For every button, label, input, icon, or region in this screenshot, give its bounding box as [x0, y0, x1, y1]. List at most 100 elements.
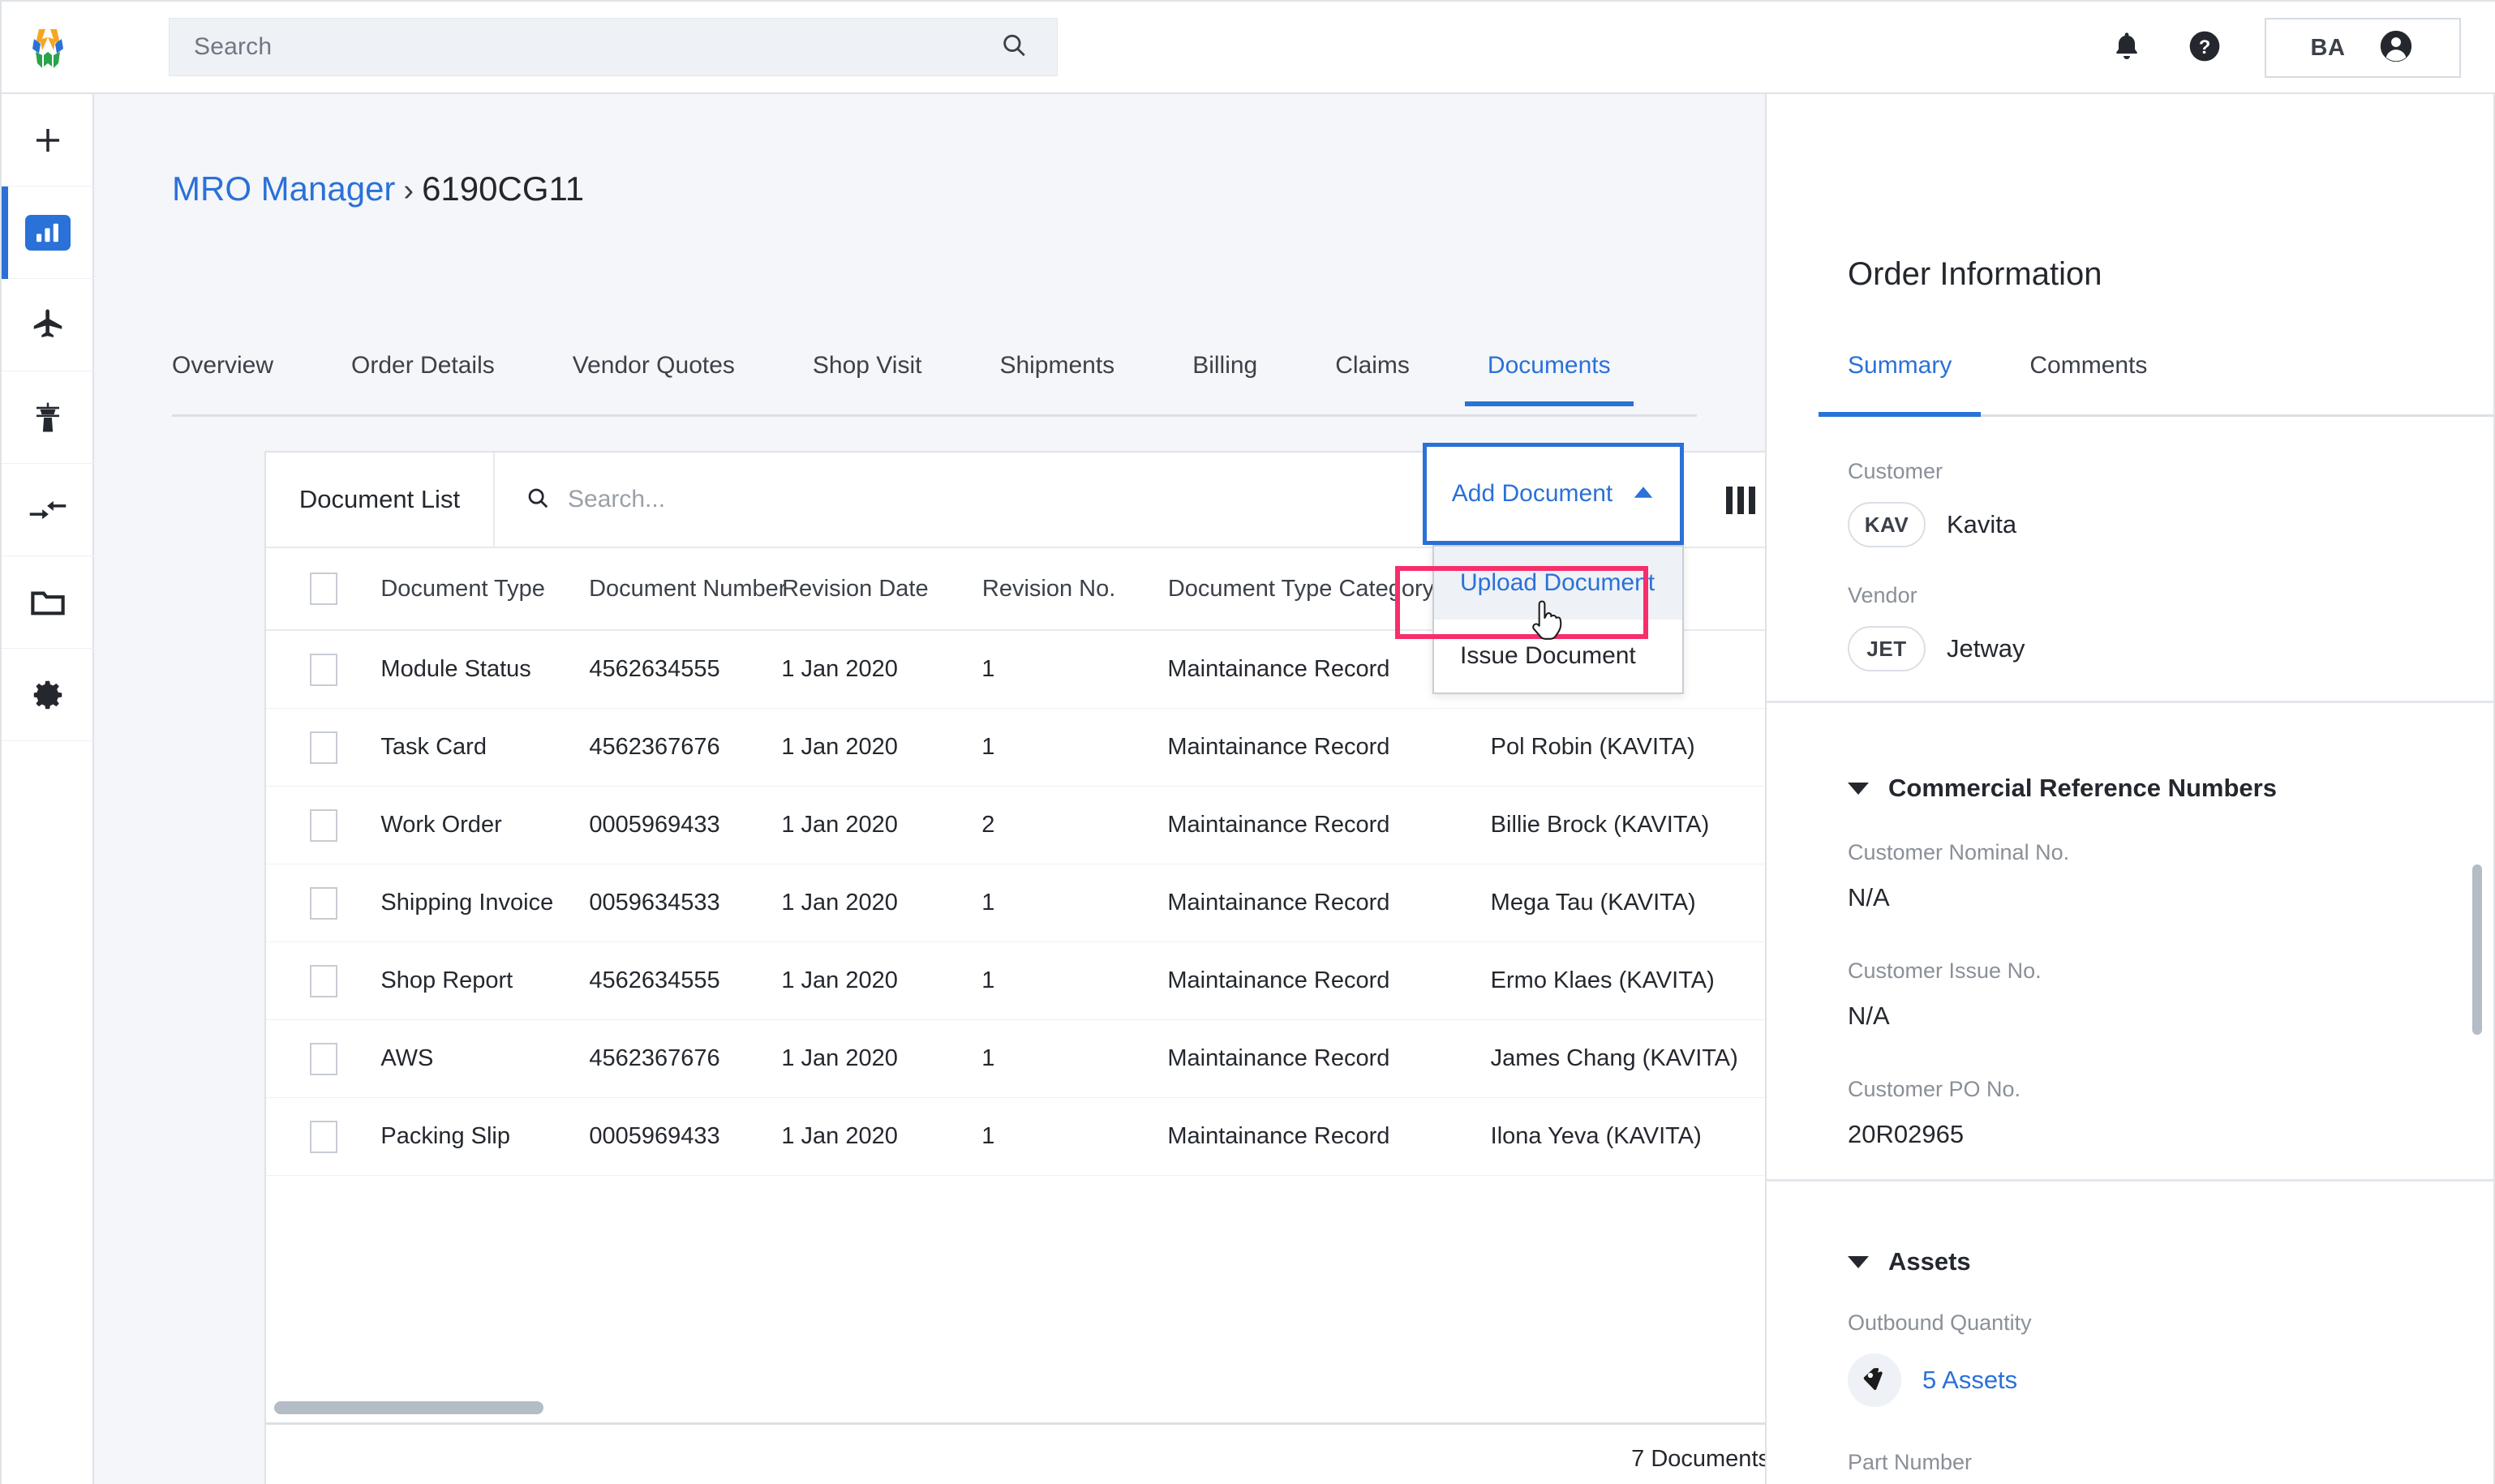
top-bar: Search ? BA: [2, 2, 2495, 94]
sidebar-item-settings[interactable]: [2, 649, 94, 741]
airplane-icon: [25, 307, 71, 343]
row-checkbox[interactable]: [266, 808, 380, 842]
document-count: 7 Documents: [1631, 1446, 1770, 1472]
bar-chart-icon: [25, 214, 71, 251]
select-all-checkbox[interactable]: [266, 573, 380, 605]
vendor-name: Jetway: [1947, 634, 2025, 663]
left-navigation-rail: [2, 94, 94, 1484]
cell-document-category: Maintainance Record: [1167, 1123, 1390, 1149]
table-row[interactable]: Shipping Invoice 0059634533 1 Jan 2020 1…: [266, 864, 1814, 942]
cell-document-category: Maintainance Record: [1167, 734, 1390, 760]
cell-document-type: AWS: [380, 1045, 434, 1071]
cell-document-category: Maintainance Record: [1167, 967, 1390, 993]
pointer-hand-cursor: [1528, 600, 1565, 650]
commercial-reference-section-header[interactable]: Commercial Reference Numbers: [1848, 774, 2464, 803]
user-menu-button[interactable]: BA: [2265, 18, 2461, 78]
sidebar-item-transfers[interactable]: [2, 464, 94, 556]
tab-claims[interactable]: Claims: [1335, 345, 1410, 404]
cell-document-category: Maintainance Record: [1167, 1045, 1390, 1071]
panel-divider: [1767, 1179, 2493, 1182]
cell-revision-date: 1 Jan 2020: [781, 1123, 898, 1149]
folder-icon: [25, 585, 71, 620]
tab-overview[interactable]: Overview: [172, 345, 273, 404]
column-header-document-number[interactable]: Document Number: [589, 576, 786, 603]
table-footer: 7 Documents: [266, 1422, 1814, 1484]
add-document-button[interactable]: Add Document: [1423, 443, 1684, 545]
help-button[interactable]: ?: [2166, 2, 2244, 94]
customer-field: Customer KAV Kavita: [1848, 459, 2464, 547]
assets-count-link[interactable]: 5 Assets: [1922, 1366, 2017, 1395]
user-initials: BA: [2310, 34, 2346, 61]
cell-document-category: Maintainance Record: [1167, 812, 1390, 838]
sidebar-item-operations[interactable]: [2, 371, 94, 464]
tab-shipments[interactable]: Shipments: [999, 345, 1114, 404]
tab-vendor-quotes[interactable]: Vendor Quotes: [573, 345, 735, 404]
part-number-field: Part Number 2A9721: [1848, 1450, 2464, 1484]
cell-revision-no: 1: [981, 1045, 995, 1071]
customer-po-no-value: 20R02965: [1848, 1120, 1965, 1148]
notifications-button[interactable]: [2088, 2, 2166, 94]
table-row[interactable]: Shop Report 4562634555 1 Jan 2020 1 Main…: [266, 942, 1814, 1020]
row-checkbox[interactable]: [266, 964, 380, 997]
row-checkbox[interactable]: [266, 1120, 380, 1153]
sidebar-item-files[interactable]: [2, 556, 94, 649]
plus-icon: [25, 122, 71, 158]
horizontal-scrollbar[interactable]: [268, 1398, 1812, 1419]
table-row[interactable]: Packing Slip 0005969433 1 Jan 2020 1 Mai…: [266, 1098, 1814, 1176]
panel-vertical-scrollbar-thumb[interactable]: [2472, 864, 2482, 1035]
sidebar-item-add[interactable]: [2, 94, 94, 187]
caret-down-icon[interactable]: [1848, 782, 1869, 795]
cell-revision-no: 1: [981, 890, 995, 916]
cell-revision-no: 1: [981, 1123, 995, 1149]
row-checkbox[interactable]: [266, 731, 380, 764]
card-title: Document List: [266, 452, 495, 547]
customer-name: Kavita: [1947, 510, 2017, 538]
tab-summary[interactable]: Summary: [1818, 345, 1982, 417]
global-search-input[interactable]: Search: [169, 18, 1058, 76]
app-logo[interactable]: [2, 23, 94, 71]
cell-document-number: 0059634533: [589, 890, 720, 916]
caret-down-icon[interactable]: [1848, 1255, 1869, 1268]
customer-po-no-field: Customer PO No. 20R02965: [1848, 1077, 2464, 1149]
control-tower-icon: [25, 400, 71, 435]
row-checkbox[interactable]: [266, 886, 380, 920]
breadcrumb-parent-link[interactable]: MRO Manager: [172, 169, 395, 208]
cell-revision-date: 1 Jan 2020: [781, 1045, 898, 1071]
table-empty-space: [266, 1176, 1814, 1419]
column-header-document-type[interactable]: Document Type: [380, 576, 589, 603]
tab-billing[interactable]: Billing: [1192, 345, 1257, 404]
tab-order-details[interactable]: Order Details: [351, 345, 495, 404]
panel-divider: [1767, 701, 2493, 703]
cell-revision-date: 1 Jan 2020: [781, 812, 898, 838]
order-information-panel: Order Information Summary Comments Custo…: [1765, 94, 2493, 1484]
row-checkbox[interactable]: [266, 653, 380, 686]
horizontal-scrollbar-thumb[interactable]: [274, 1401, 543, 1414]
cell-document-type: Packing Slip: [380, 1123, 510, 1149]
search-icon[interactable]: [1000, 32, 1028, 63]
table-row[interactable]: Work Order 0005969433 1 Jan 2020 2 Maint…: [266, 787, 1814, 864]
breadcrumb-separator: ›: [403, 174, 414, 208]
document-search-placeholder: Search...: [568, 486, 666, 513]
panel-tab-bar: Summary Comments: [1818, 345, 2493, 417]
transfer-arrows-icon: [25, 492, 71, 528]
column-header-revision-date[interactable]: Revision Date: [782, 576, 982, 603]
tab-shop-visit[interactable]: Shop Visit: [813, 345, 922, 404]
top-bar-actions: ? BA: [2088, 2, 2461, 94]
table-row[interactable]: AWS 4562367676 1 Jan 2020 1 Maintainance…: [266, 1020, 1814, 1098]
cell-revision-no: 1: [981, 656, 995, 682]
sidebar-item-dashboard[interactable]: [2, 187, 94, 279]
columns-icon: [1726, 487, 1755, 514]
sidebar-item-fleet[interactable]: [2, 279, 94, 371]
outbound-quantity-field: Outbound Quantity 5 Assets: [1848, 1310, 2464, 1407]
row-checkbox[interactable]: [266, 1042, 380, 1075]
vendor-field: Vendor JET Jetway: [1848, 583, 2464, 671]
table-row[interactable]: Task Card 4562367676 1 Jan 2020 1 Mainta…: [266, 709, 1814, 787]
tab-documents[interactable]: Documents: [1464, 345, 1634, 406]
cell-revision-no: 1: [981, 967, 995, 993]
help-circle-icon: ?: [2187, 28, 2222, 68]
tab-comments[interactable]: Comments: [2029, 345, 2147, 414]
column-header-revision-no[interactable]: Revision No.: [982, 576, 1168, 603]
gear-icon: [25, 677, 71, 713]
assets-section-header[interactable]: Assets: [1848, 1247, 2464, 1276]
customer-nominal-no-field: Customer Nominal No. N/A: [1848, 840, 2464, 912]
